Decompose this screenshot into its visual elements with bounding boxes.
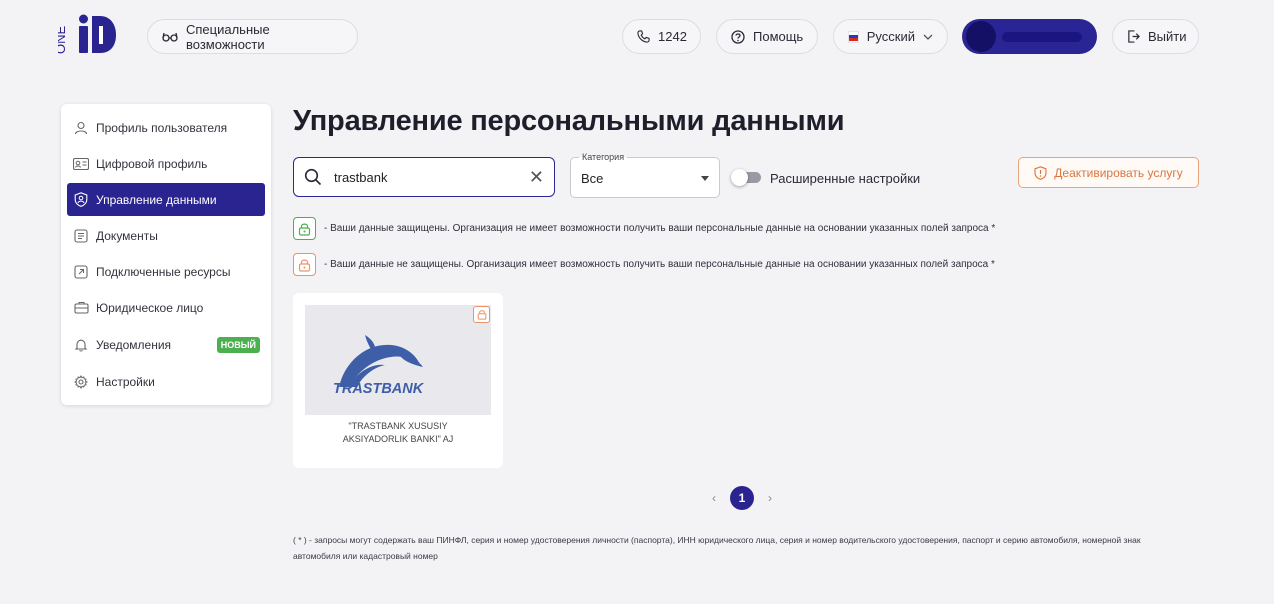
lock-open-icon [473,306,490,323]
sidebar-item-label: Настройки [96,374,155,389]
footnote: ( * ) - запросы могут содержать ваш ПИНФ… [293,535,1141,561]
organization-name: "TRASTBANK XUSUSIY AKSIYADORLIK BANKI" A… [342,421,454,444]
dropdown-arrow-icon [701,176,709,181]
accessibility-label: Специальные возможности [186,21,270,52]
sidebar-item-label: Уведомления [96,337,172,352]
clear-search-icon[interactable]: ✕ [529,168,544,186]
user-profile-button[interactable] [962,19,1097,54]
sidebar-item-connected-resources[interactable]: Подключенные ресурсы [67,255,265,288]
lock-closed-icon [293,217,316,240]
link-out-icon [73,264,89,280]
page-title: Управление персональными данными [293,105,845,137]
sidebar-item-label: Документы [96,228,158,243]
sidebar-item-notifications[interactable]: Уведомления НОВЫЙ [67,328,265,361]
phone-number: 1242 [658,29,687,44]
sidebar-item-label: Профиль пользователя [96,120,228,135]
prev-page-button[interactable]: ‹ [712,491,716,505]
search-field[interactable]: ✕ [293,157,555,197]
user-icon [73,120,89,136]
avatar [966,21,996,52]
sidebar-item-label: Цифровой профиль [96,156,208,171]
legend-protected: - Ваши данные защищены. Организация не и… [293,217,995,240]
phone-icon [637,30,650,43]
advanced-settings-label: Расширенные настройки [770,171,921,186]
phone-button[interactable]: 1242 [622,19,701,54]
page-1-button[interactable]: 1 [730,486,754,510]
id-card-icon [73,156,89,172]
category-select[interactable]: Категория Все [570,152,720,198]
search-input[interactable] [334,169,514,185]
sidebar-item-settings[interactable]: Настройки [67,365,265,398]
next-page-button[interactable]: › [768,491,772,505]
sidebar-item-legal-entity[interactable]: Юридическое лицо [67,291,265,324]
pagination: ‹ 1 › [712,486,772,510]
sidebar-item-data-management[interactable]: Управление данными [67,183,265,216]
trastbank-logo: TRASTBANK [305,305,491,415]
shield-user-icon [73,192,89,208]
glasses-icon [162,32,178,42]
gear-icon [73,374,89,390]
help-button[interactable]: Помощь [716,19,818,54]
new-badge: НОВЫЙ [216,336,260,353]
user-name-redacted [1002,32,1082,42]
deactivate-label: Деактивировать услугу [1054,165,1183,180]
briefcase-icon [73,300,89,316]
legend-unprotected: - Ваши данные не защищены. Организация и… [293,253,995,276]
russia-flag-icon [848,30,859,43]
shield-warning-icon [1034,165,1047,180]
legend-unprotected-text: - Ваши данные не защищены. Организация и… [324,259,995,270]
document-icon [73,228,89,244]
category-value: Все [581,171,604,186]
one-id-logo[interactable]: ONE [53,14,120,56]
sidebar-item-label: Юридическое лицо [96,300,204,315]
sidebar-item-label: Подключенные ресурсы [96,264,231,279]
category-label: Категория [579,152,628,162]
lock-open-icon [293,253,316,276]
sidebar-item-documents[interactable]: Документы [67,219,265,252]
logo-text: ONE [58,26,68,55]
sidebar-item-digital-profile[interactable]: Цифровой профиль [67,147,265,180]
advanced-settings-toggle[interactable] [731,169,761,186]
logout-button[interactable]: Выйти [1112,19,1199,54]
language-label: Русский [866,29,915,44]
bell-icon [73,337,89,353]
help-label: Помощь [753,29,804,44]
trastbank-logo-text: TRASTBANK [333,381,425,397]
sidebar: Профиль пользователя Цифровой профиль Уп… [61,104,271,405]
language-selector[interactable]: Русский [833,19,948,54]
chevron-down-icon [923,34,933,40]
accessibility-button[interactable]: Специальные возможности [147,19,358,54]
logout-icon [1128,30,1140,43]
question-circle-icon [731,29,745,44]
deactivate-service-button[interactable]: Деактивировать услугу [1018,157,1199,188]
logout-label: Выйти [1148,29,1187,44]
search-icon [304,168,322,186]
sidebar-item-label: Управление данными [96,192,217,207]
sidebar-item-user-profile[interactable]: Профиль пользователя [67,111,265,144]
organization-card[interactable]: TRASTBANK "TRASTBANK XUSUSIY AKSIYADORLI… [293,293,503,468]
legend-protected-text: - Ваши данные защищены. Организация не и… [324,223,996,234]
